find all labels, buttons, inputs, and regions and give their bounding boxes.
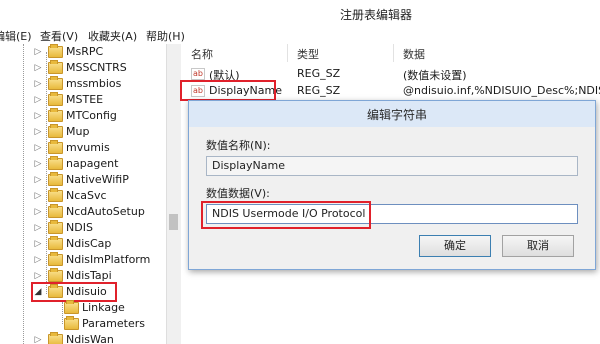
tree-item-label: napagent	[66, 157, 119, 170]
menu-favorites[interactable]: 收藏夹(A)	[88, 28, 137, 44]
expand-arrow-icon[interactable]: ▷	[34, 44, 42, 60]
tree-item-label: NdisWan	[66, 333, 114, 344]
scrollbar-thumb[interactable]	[169, 214, 178, 230]
expand-arrow-icon[interactable]: ▷	[34, 76, 42, 92]
tree-item-label: Linkage	[82, 301, 125, 314]
ok-button[interactable]: 确定	[419, 235, 491, 257]
column-header-data[interactable]: 数据	[403, 46, 425, 62]
folder-icon	[48, 92, 63, 106]
folder-icon	[64, 316, 79, 330]
expand-arrow-icon[interactable]: ▷	[34, 108, 42, 124]
folder-icon	[48, 204, 63, 218]
tree-item-label: MsRPC	[66, 45, 104, 58]
tree-item-label: NDIS	[66, 221, 93, 234]
tree-item-label: NativeWifiP	[66, 173, 129, 186]
value-name-field[interactable]: DisplayName	[206, 156, 578, 176]
expand-arrow-icon[interactable]: ▷	[34, 124, 42, 140]
folder-icon	[48, 220, 63, 234]
highlight-box-ndisuio	[31, 282, 117, 302]
tree-item-label: Parameters	[82, 317, 145, 330]
folder-icon	[48, 172, 63, 186]
expand-arrow-icon[interactable]: ▷	[34, 204, 42, 220]
expand-arrow-icon[interactable]: ▷	[34, 188, 42, 204]
highlight-box-displayname	[180, 80, 276, 101]
tree-item-label: mssmbios	[66, 77, 122, 90]
value-type: REG_SZ	[297, 67, 341, 80]
tree-item-mvumis[interactable]: ▷ mvumis	[0, 140, 166, 156]
menu-bar: 编辑(E) 查看(V) 收藏夹(A) 帮助(H)	[0, 26, 600, 44]
tree-item-msscntrs[interactable]: ▷ MSSCNTRS	[0, 60, 166, 76]
expand-arrow-icon[interactable]: ▷	[34, 92, 42, 108]
string-value-icon: ab	[191, 68, 205, 80]
folder-icon	[48, 124, 63, 138]
tree-item-napagent[interactable]: ▷ napagent	[0, 156, 166, 172]
cancel-button[interactable]: 取消	[502, 235, 574, 257]
menu-help[interactable]: 帮助(H)	[146, 28, 185, 44]
title-bar: 注册表编辑器	[0, 0, 600, 26]
folder-icon	[48, 108, 63, 122]
tree-item-msrpc[interactable]: ▷ MsRPC	[0, 44, 166, 60]
tree-item-label: NcdAutoSetup	[66, 205, 145, 218]
folder-icon	[48, 76, 63, 90]
value-type: REG_SZ	[297, 84, 341, 97]
value-data-label: 数值数据(V):	[206, 187, 270, 200]
highlight-box-value-data	[201, 201, 371, 229]
tree-item-ncasvc[interactable]: ▷ NcaSvc	[0, 188, 166, 204]
expand-arrow-icon[interactable]: ▷	[34, 156, 42, 172]
tree-item-mssmbios[interactable]: ▷ mssmbios	[0, 76, 166, 92]
tree-item-label: NdisCap	[66, 237, 112, 250]
tree-item-ncdautosetup[interactable]: ▷ NcdAutoSetup	[0, 204, 166, 220]
expand-arrow-icon[interactable]: ▷	[34, 236, 42, 252]
value-data: (数值未设置)	[403, 69, 467, 82]
tree-item-mstee[interactable]: ▷ MSTEE	[0, 92, 166, 108]
folder-icon	[48, 140, 63, 154]
folder-icon	[48, 156, 63, 170]
column-divider[interactable]	[287, 44, 288, 62]
menu-view[interactable]: 查看(V)	[40, 28, 78, 44]
expand-arrow-icon[interactable]: ▷	[34, 60, 42, 76]
tree-item-ndiscap[interactable]: ▷ NdisCap	[0, 236, 166, 252]
tree-item-ndisimplatform[interactable]: ▷ NdisImPlatform	[0, 252, 166, 268]
column-divider[interactable]	[393, 44, 394, 62]
tree-item-label: Mup	[66, 125, 90, 138]
tree-item-label: MTConfig	[66, 109, 117, 122]
tree-item-label: MSTEE	[66, 93, 104, 106]
tree-item-label: NcaSvc	[66, 189, 107, 202]
folder-icon	[48, 268, 63, 282]
expand-arrow-icon[interactable]: ▷	[34, 252, 42, 268]
tree-item-nativewifip[interactable]: ▷ NativeWifiP	[0, 172, 166, 188]
folder-icon	[48, 332, 63, 344]
expand-arrow-icon[interactable]: ▷	[34, 332, 42, 344]
tree-item-mtconfig[interactable]: ▷ MTConfig	[0, 108, 166, 124]
folder-icon	[48, 236, 63, 250]
menu-edit[interactable]: 编辑(E)	[0, 28, 32, 44]
tree-scrollbar[interactable]	[166, 44, 181, 344]
expand-arrow-icon[interactable]: ▷	[34, 172, 42, 188]
dialog-title-bar[interactable]: 编辑字符串	[189, 101, 595, 127]
registry-tree[interactable]: ▷ MsRPC ▷ MSSCNTRS ▷ mssmbios ▷ MSTEE ▷ …	[0, 44, 166, 344]
dialog-title: 编辑字符串	[367, 108, 428, 122]
folder-icon	[48, 188, 63, 202]
tree-item-parameters[interactable]: Parameters	[0, 316, 166, 332]
tree-item-linkage[interactable]: Linkage	[0, 300, 166, 316]
tree-item-ndis[interactable]: ▷ NDIS	[0, 220, 166, 236]
window-title: 注册表编辑器	[340, 8, 413, 22]
dialog-body: 数值名称(N): DisplayName 数值数据(V): NDIS Userm…	[189, 127, 595, 269]
column-header-name[interactable]: 名称	[191, 46, 213, 62]
folder-icon	[64, 300, 79, 314]
tree-item-label: mvumis	[66, 141, 110, 154]
tree-item-label: MSSCNTRS	[66, 61, 127, 74]
folder-icon	[48, 60, 63, 74]
folder-icon	[48, 44, 63, 58]
folder-icon	[48, 252, 63, 266]
column-header-type[interactable]: 类型	[297, 46, 319, 62]
expand-arrow-icon[interactable]: ▷	[34, 140, 42, 156]
tree-item-label: NdisImPlatform	[66, 253, 151, 266]
expand-arrow-icon[interactable]: ▷	[34, 220, 42, 236]
tree-item-ndiswan[interactable]: ▷ NdisWan	[0, 332, 166, 344]
edit-string-dialog[interactable]: 编辑字符串 数值名称(N): DisplayName 数值数据(V): NDIS…	[188, 100, 596, 270]
value-data: @ndisuio.inf,%NDISUIO_Desc%;NDIS U	[403, 84, 600, 97]
value-name-label: 数值名称(N):	[206, 139, 271, 152]
tree-item-mup[interactable]: ▷ Mup	[0, 124, 166, 140]
